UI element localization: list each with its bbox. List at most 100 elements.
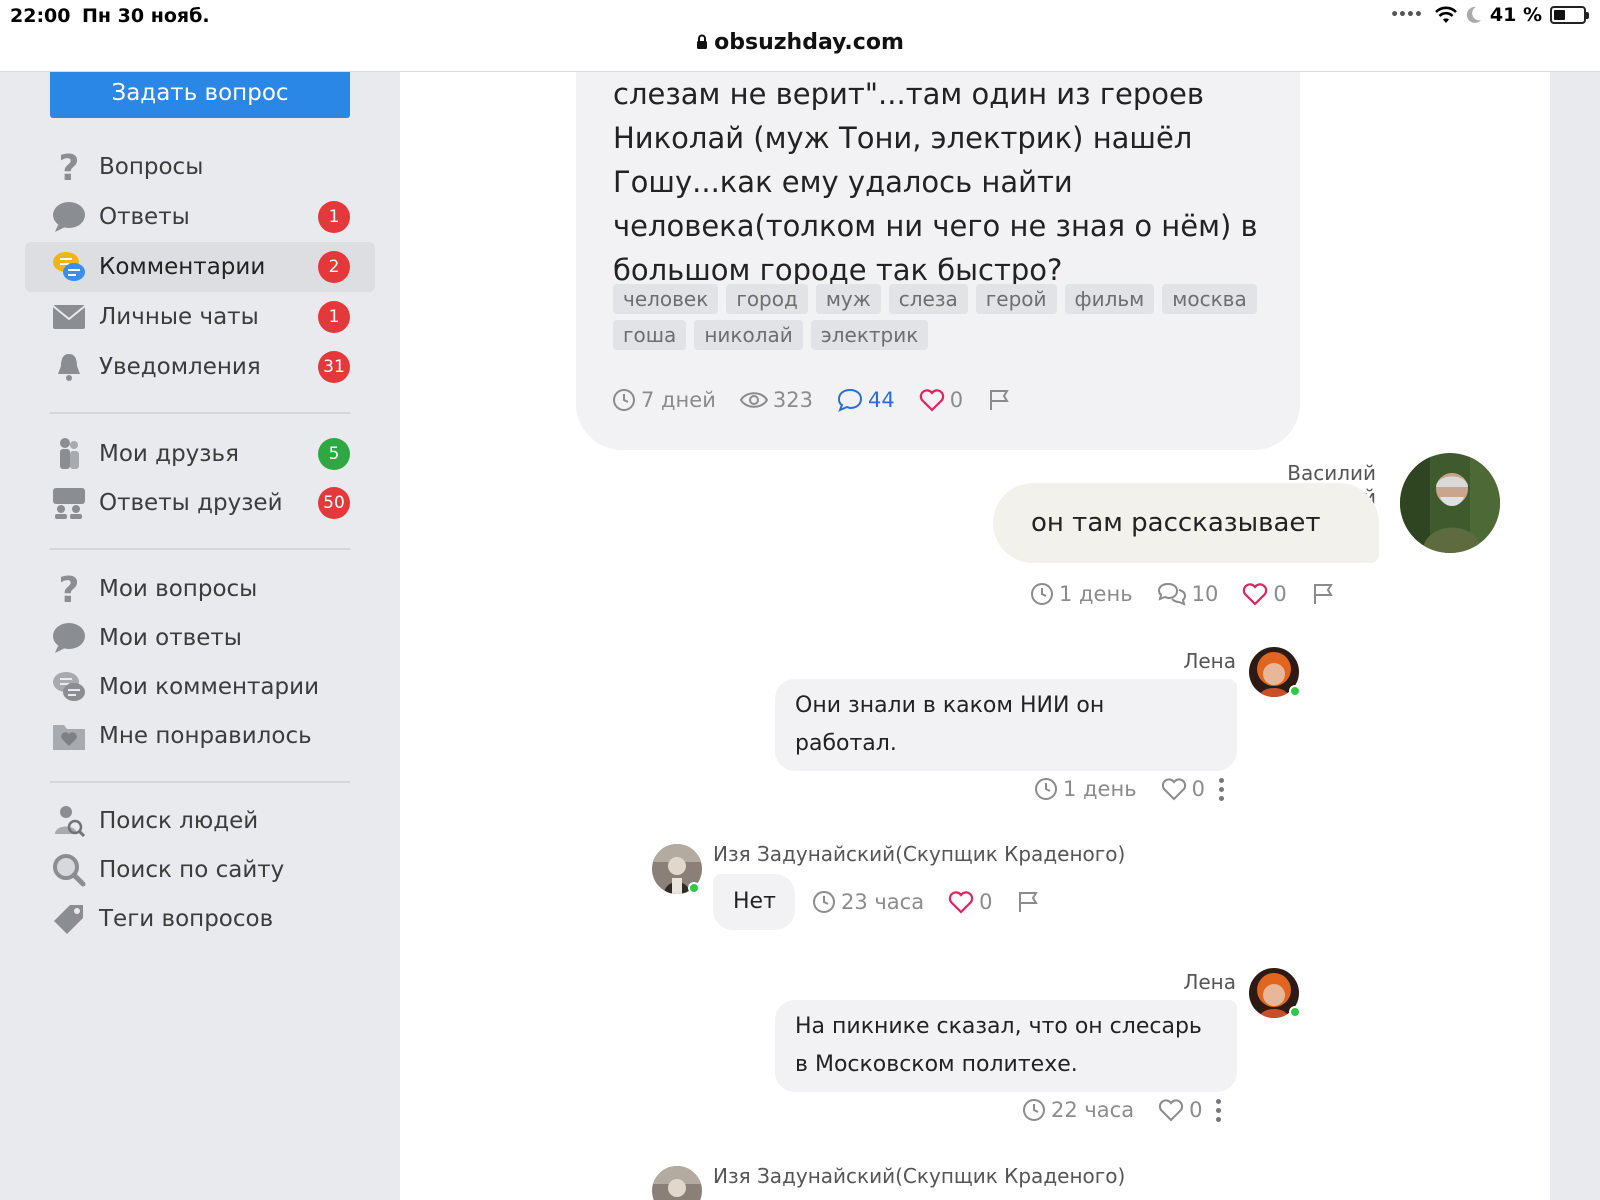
sidebar-item-notifications[interactable]: Уведомления 31 — [25, 342, 375, 392]
report-flag-button[interactable] — [987, 388, 1016, 412]
sidebar-item-label: Ответы — [99, 204, 190, 230]
question-answers-link[interactable]: 44 — [837, 388, 895, 412]
comment-like-button[interactable]: 0 — [1158, 1098, 1202, 1122]
notifications-badge: 31 — [318, 351, 350, 383]
tag-chip[interactable]: николай — [694, 320, 803, 350]
answer-time: 1 день — [1030, 582, 1133, 606]
comment-meta: 23 часа 0 — [812, 890, 1069, 914]
tag-chip[interactable]: муж — [815, 284, 881, 314]
heart-icon — [948, 891, 974, 914]
sidebar-item-answers[interactable]: Ответы 1 — [25, 192, 375, 242]
chat-bubble-icon — [51, 620, 87, 656]
heart-icon — [919, 389, 944, 412]
comment-text: в Московском политехе. — [795, 1052, 1078, 1077]
comment-time: 22 часа — [1022, 1098, 1134, 1122]
answer-like-button[interactable]: 0 — [1242, 582, 1287, 606]
sidebar-item-people-search[interactable]: Поиск людей — [25, 796, 375, 846]
comment-bubble: Нет — [713, 874, 795, 930]
avatar[interactable] — [652, 1166, 702, 1200]
comment-text: На пикнике сказал, что он слесарь — [795, 1014, 1202, 1039]
moon-icon — [1466, 6, 1482, 24]
flag-icon — [1313, 584, 1333, 604]
bell-icon — [51, 349, 87, 385]
sidebar-item-friends-answers[interactable]: Ответы друзей 50 — [25, 478, 375, 528]
friends-icon — [51, 436, 87, 472]
sidebar-item-label: Ответы друзей — [99, 490, 283, 516]
sidebar-item-my-questions[interactable]: ? Мои вопросы — [25, 564, 375, 614]
friends-badge: 5 — [318, 438, 350, 470]
tag-chip[interactable]: электрик — [810, 320, 929, 350]
answer-bubble: он там рассказывает — [993, 483, 1379, 563]
tag-chip[interactable]: человек — [613, 284, 719, 314]
comment-meta: 22 часа 0 — [1022, 1098, 1222, 1122]
sidebar-item-liked[interactable]: Мне понравилось — [25, 711, 375, 761]
envelope-icon — [51, 299, 87, 335]
sidebar-item-label: Теги вопросов — [99, 906, 274, 932]
question-icon: ? — [51, 571, 87, 607]
clock-icon — [1035, 778, 1057, 800]
comment-text: работал. — [795, 731, 897, 756]
report-flag-button[interactable] — [1311, 582, 1340, 606]
browser-top-bar: 22:00 Пн 30 нояб. •••• 41 % obsuzhday.co… — [0, 0, 1600, 72]
comment-like-button[interactable]: 0 — [1161, 777, 1205, 801]
sidebar-divider — [50, 781, 350, 783]
more-options-icon[interactable] — [1216, 1098, 1222, 1122]
sidebar-item-label: Уведомления — [99, 354, 261, 380]
comment-author[interactable]: Лена — [1100, 970, 1236, 994]
tag-chip[interactable]: слеза — [888, 284, 968, 314]
tag-chip[interactable]: город — [726, 284, 808, 314]
comments-badge: 2 — [318, 251, 350, 283]
address-bar[interactable]: obsuzhday.com — [0, 30, 1600, 56]
sidebar-item-label: Комментарии — [99, 254, 266, 280]
question-time: 7 дней — [612, 388, 716, 412]
comment-like-button[interactable]: 0 — [948, 890, 992, 914]
sidebar-item-comments[interactable]: Комментарии 2 — [25, 242, 375, 292]
tag-chip[interactable]: герой — [975, 284, 1057, 314]
battery-level — [1554, 10, 1566, 20]
sidebar-item-question-tags[interactable]: Теги вопросов — [25, 894, 375, 944]
eye-icon — [739, 392, 768, 408]
tag-chip[interactable]: москва — [1162, 284, 1257, 314]
comment-author[interactable]: Изя Задунайский(Скупщик Краденого) — [713, 1164, 1125, 1188]
clock-icon — [1023, 1099, 1045, 1121]
answer-comments-link[interactable]: 10 — [1157, 582, 1218, 606]
chats-badge: 1 — [318, 301, 350, 333]
friends-answers-icon — [51, 485, 87, 521]
question-meta: 7 дней 323 44 0 — [612, 388, 1040, 412]
heart-folder-icon — [51, 718, 87, 754]
sidebar-item-private-chats[interactable]: Личные чаты 1 — [25, 292, 375, 342]
clock-icon — [813, 891, 835, 913]
status-date: Пн 30 нояб. — [82, 5, 210, 27]
question-like-button[interactable]: 0 — [919, 388, 963, 412]
report-flag-button[interactable] — [1016, 890, 1045, 914]
sidebar-item-my-answers[interactable]: Мои ответы — [25, 613, 375, 663]
svg-text:?: ? — [59, 149, 80, 185]
sidebar-item-questions[interactable]: ? Вопросы — [25, 142, 375, 192]
status-time: 22:00 — [10, 5, 71, 27]
tag-chip[interactable]: гоша — [613, 320, 687, 350]
sidebar-item-label: Мои вопросы — [99, 576, 258, 602]
sidebar-item-label: Мои комментарии — [99, 674, 320, 700]
clock-icon — [613, 389, 635, 411]
main-content: слезам не верит"...там один из героев Ни… — [400, 72, 1550, 1200]
right-gutter — [1550, 72, 1600, 1200]
sidebar-item-label: Мои ответы — [99, 625, 242, 651]
tag-chip[interactable]: фильм — [1064, 284, 1155, 314]
online-indicator — [1289, 1006, 1301, 1018]
svg-text:?: ? — [59, 571, 80, 607]
comment-author[interactable]: Лена — [1100, 649, 1236, 673]
url-text: obsuzhday.com — [714, 30, 904, 55]
multitask-dots-icon: •••• — [1390, 7, 1423, 23]
sidebar-item-label: Мне понравилось — [99, 723, 312, 749]
sidebar-item-my-friends[interactable]: Мои друзья 5 — [25, 429, 375, 479]
sidebar-item-label: Поиск людей — [99, 808, 259, 834]
more-options-icon[interactable] — [1218, 777, 1224, 801]
sidebar-item-site-search[interactable]: Поиск по сайту — [25, 845, 375, 895]
sidebar-item-my-comments[interactable]: Мои комментарии — [25, 662, 375, 712]
comment-time: 23 часа — [812, 890, 924, 914]
avatar[interactable] — [1400, 453, 1500, 553]
tag-icon — [51, 901, 87, 937]
question-views: 323 — [739, 388, 813, 412]
ask-question-button[interactable]: Задать вопрос — [50, 72, 350, 118]
comment-author[interactable]: Изя Задунайский(Скупщик Краденого) — [713, 842, 1125, 866]
